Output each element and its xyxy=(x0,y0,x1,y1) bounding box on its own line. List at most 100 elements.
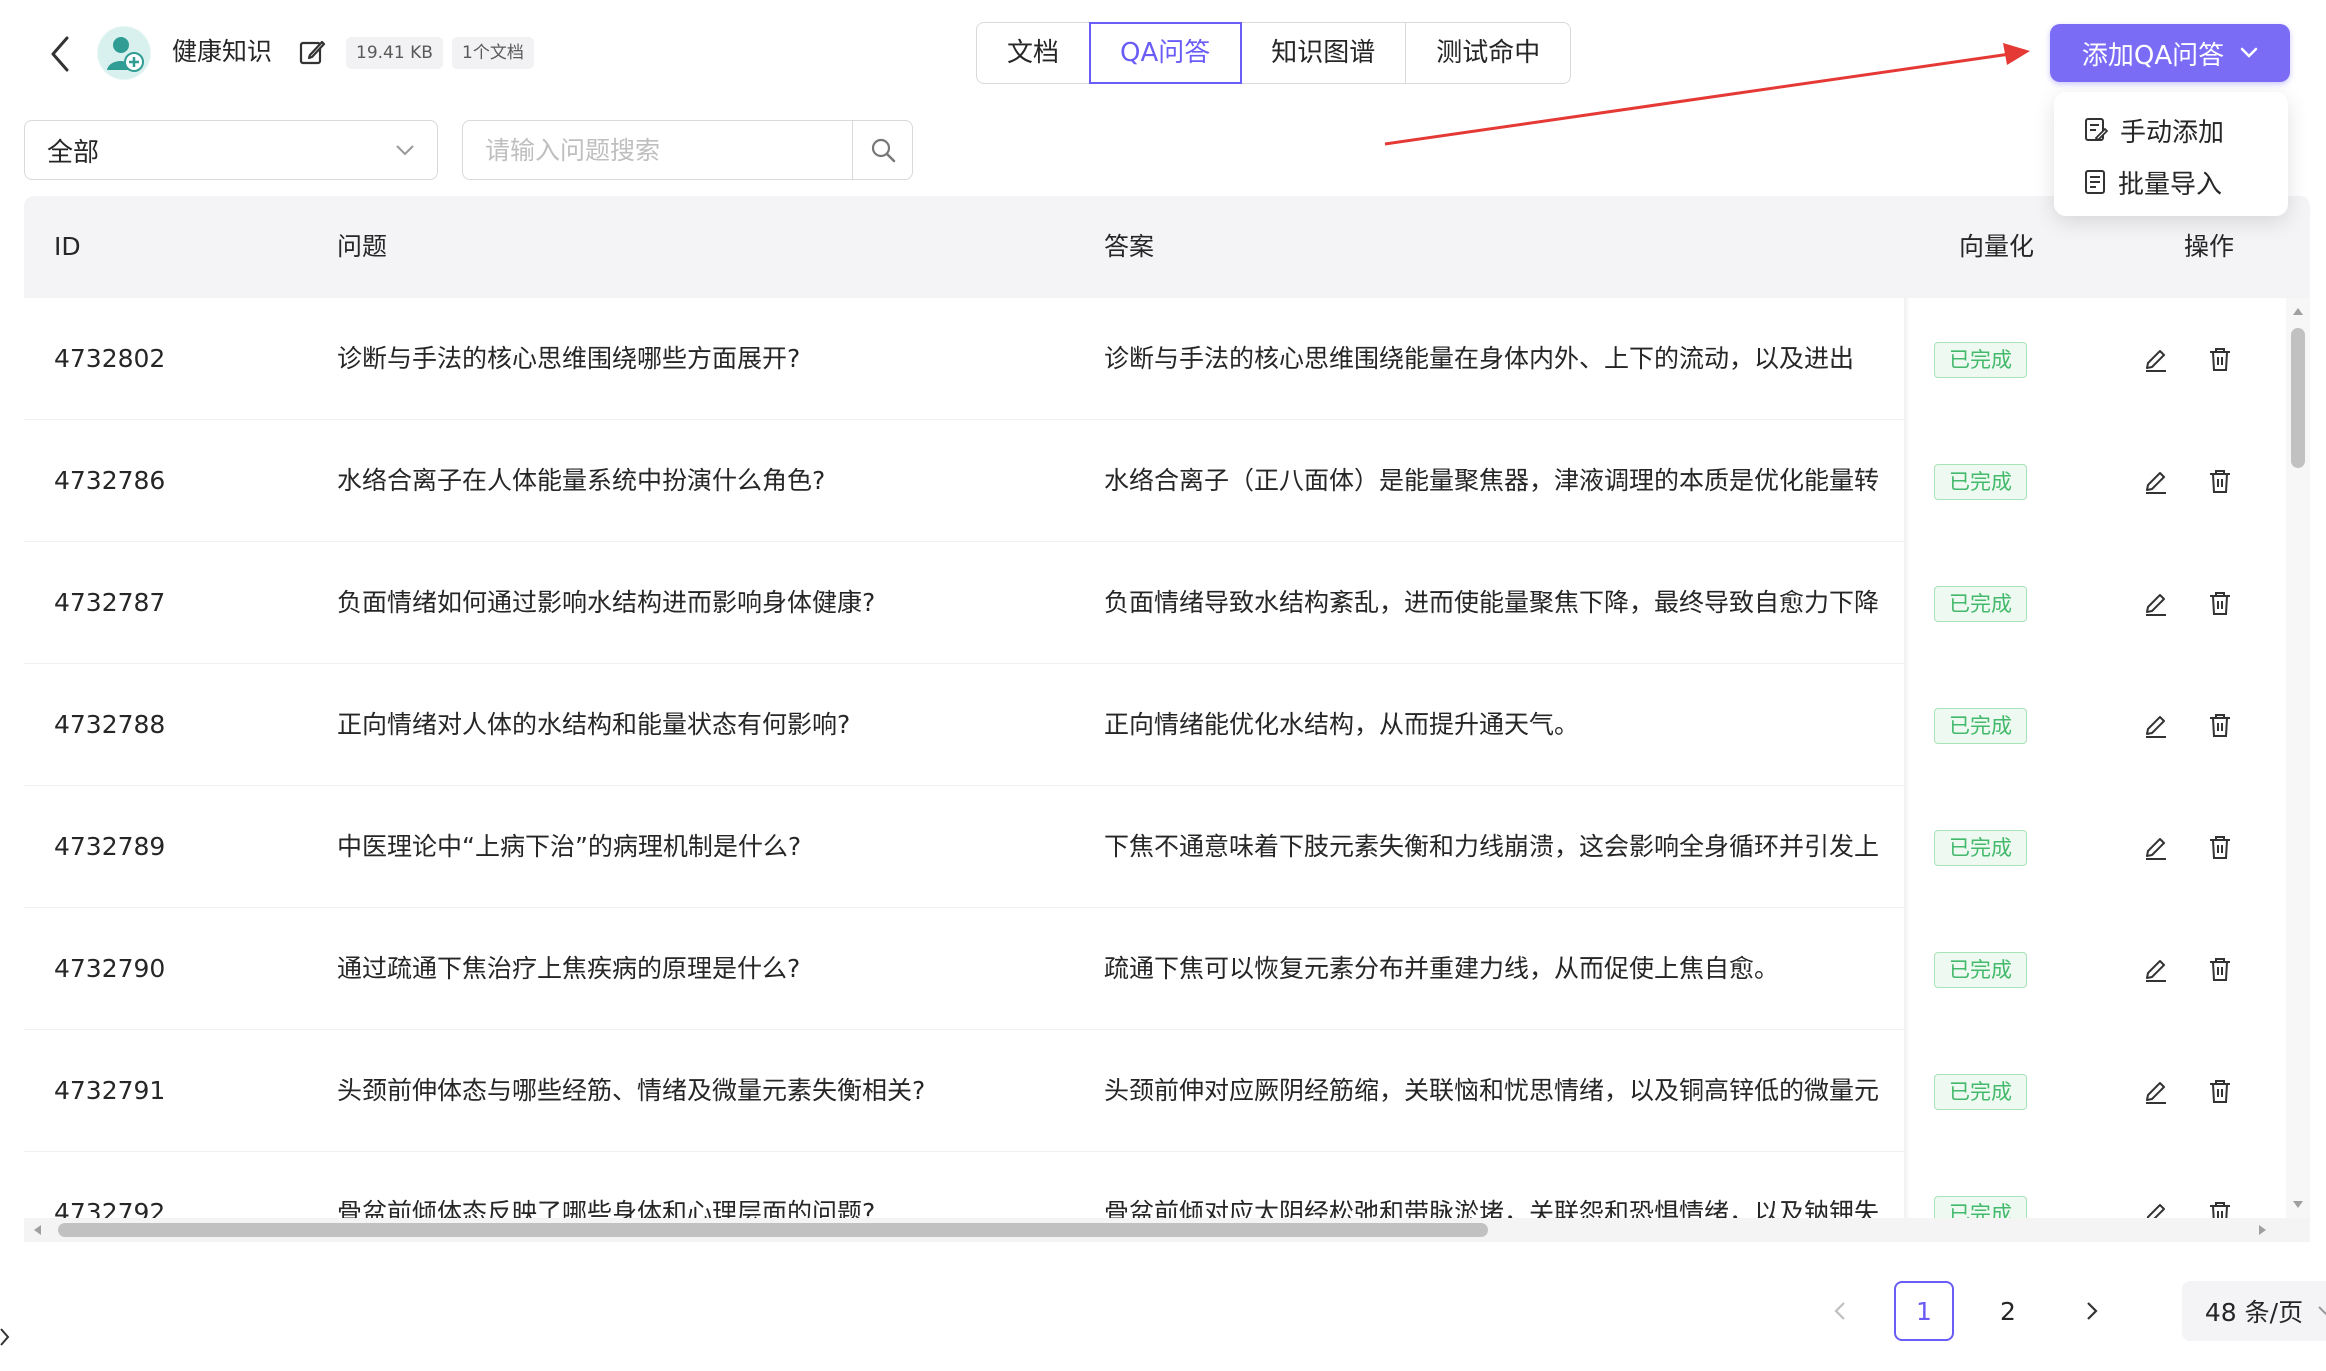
batch-import-icon xyxy=(2085,170,2105,194)
pagination: 1 2 48 条/页 xyxy=(1810,1280,2326,1342)
trash-icon xyxy=(2210,470,2230,493)
page-1-button[interactable]: 1 xyxy=(1894,1281,1954,1341)
delete-row-button[interactable] xyxy=(2203,708,2237,742)
status-badge: 已完成 xyxy=(1934,708,2027,744)
tab-hit-test[interactable]: 测试命中 xyxy=(1406,23,1571,83)
edit-row-button[interactable] xyxy=(2139,464,2173,498)
horizontal-scroll-thumb[interactable] xyxy=(58,1223,1488,1237)
edit-row-button[interactable] xyxy=(2139,708,2173,742)
chevron-down-icon xyxy=(396,145,414,156)
tab-knowledge-graph[interactable]: 知识图谱 xyxy=(1241,23,1407,83)
table-row: 4732787 负面情绪如何通过影响水结构进而影响身体健康? 负面情绪导致水结构… xyxy=(24,542,2284,664)
cell-id: 4732787 xyxy=(54,588,166,617)
search-button[interactable] xyxy=(852,121,912,179)
search-input[interactable] xyxy=(463,121,852,179)
category-select-value: 全部 xyxy=(47,137,100,168)
cell-id: 4732792 xyxy=(54,1198,166,1218)
back-button[interactable] xyxy=(40,34,80,74)
scroll-up-icon xyxy=(2293,308,2303,315)
cell-answer: 下焦不通意味着下肢元素失衡和力线崩溃，这会影响全身循环并引发上 xyxy=(1104,832,1880,861)
column-header-id: ID xyxy=(54,232,81,261)
status-badge: 已完成 xyxy=(1934,952,2027,988)
delete-row-button[interactable] xyxy=(2203,586,2237,620)
column-header-vectorize: 向量化 xyxy=(1959,232,2035,261)
add-qa-menu: 手动添加 批量导入 xyxy=(2054,92,2288,216)
edit-icon xyxy=(2146,960,2166,982)
cell-id: 4732802 xyxy=(54,344,166,373)
trash-icon xyxy=(2210,958,2230,981)
prev-page-button[interactable] xyxy=(1810,1281,1870,1341)
cell-id: 4732791 xyxy=(54,1076,166,1105)
table-row: 4732791 头颈前伸体态与哪些经筋、情绪及微量元素失衡相关? 头颈前伸对应厥… xyxy=(24,1030,2284,1152)
manual-add-icon xyxy=(2085,118,2108,142)
chevron-left-icon xyxy=(1834,1302,1845,1320)
tab-documents[interactable]: 文档 xyxy=(977,23,1091,83)
delete-row-button[interactable] xyxy=(2203,830,2237,864)
scroll-down-icon xyxy=(2293,1201,2303,1208)
add-qa-button[interactable]: 添加QA问答 xyxy=(2050,24,2290,82)
trash-icon xyxy=(2210,1080,2230,1103)
cell-question: 通过疏通下焦治疗上焦疾病的原理是什么? xyxy=(337,954,801,983)
health-avatar-icon xyxy=(98,27,150,79)
cell-question: 诊断与手法的核心思维围绕哪些方面展开? xyxy=(337,344,801,373)
edit-row-button[interactable] xyxy=(2139,1196,2173,1218)
menu-item-manual-add[interactable]: 手动添加 xyxy=(2054,104,2288,156)
delete-row-button[interactable] xyxy=(2203,1074,2237,1108)
cell-vectorize: 已完成 xyxy=(1934,542,2044,664)
chevron-right-icon xyxy=(2087,1302,2098,1320)
page-size-select[interactable]: 48 条/页 xyxy=(2182,1281,2326,1341)
status-badge: 已完成 xyxy=(1934,342,2027,378)
tab-qa[interactable]: QA问答 xyxy=(1089,22,1243,84)
edit-row-button[interactable] xyxy=(2139,952,2173,986)
table-row: 4732790 通过疏通下焦治疗上焦疾病的原理是什么? 疏通下焦可以恢复元素分布… xyxy=(24,908,2284,1030)
cell-actions xyxy=(2139,1152,2269,1218)
table-row: 4732786 水络合离子在人体能量系统中扮演什么角色? 水络合离子（正八面体）… xyxy=(24,420,2284,542)
edit-row-button[interactable] xyxy=(2139,586,2173,620)
cell-question: 正向情绪对人体的水结构和能量状态有何影响? xyxy=(337,710,851,739)
table-row: 4732789 中医理论中“上病下治”的病理机制是什么? 下焦不通意味着下肢元素… xyxy=(24,786,2284,908)
search-box xyxy=(462,120,913,180)
cell-actions xyxy=(2139,298,2269,420)
view-tabs: 文档 QA问答 知识图谱 测试命中 xyxy=(976,22,1572,84)
cell-vectorize: 已完成 xyxy=(1934,1030,2044,1152)
status-badge: 已完成 xyxy=(1934,1074,2027,1110)
horizontal-scrollbar[interactable] xyxy=(24,1218,2310,1242)
next-page-button[interactable] xyxy=(2062,1281,2122,1341)
scroll-right-icon xyxy=(2259,1225,2266,1235)
delete-row-button[interactable] xyxy=(2203,952,2237,986)
edit-row-button[interactable] xyxy=(2139,830,2173,864)
cell-actions xyxy=(2139,1030,2269,1152)
edit-row-button[interactable] xyxy=(2139,342,2173,376)
edit-row-button[interactable] xyxy=(2139,1074,2173,1108)
table-row: 4732802 诊断与手法的核心思维围绕哪些方面展开? 诊断与手法的核心思维围绕… xyxy=(24,298,2284,420)
page-2-button[interactable]: 2 xyxy=(1978,1281,2038,1341)
cell-id: 4732789 xyxy=(54,832,166,861)
kb-name: 健康知识 xyxy=(172,37,273,66)
edit-icon xyxy=(2146,1204,2165,1218)
vertical-scrollbar[interactable] xyxy=(2286,298,2310,1218)
column-header-question: 问题 xyxy=(337,232,388,261)
status-badge: 已完成 xyxy=(1934,830,2027,866)
trash-icon xyxy=(2210,1202,2230,1218)
delete-row-button[interactable] xyxy=(2203,1196,2237,1218)
trash-icon xyxy=(2210,348,2230,371)
chevron-right-icon xyxy=(0,1328,10,1346)
cell-vectorize: 已完成 xyxy=(1934,420,2044,542)
delete-row-button[interactable] xyxy=(2203,464,2237,498)
search-icon xyxy=(871,138,895,163)
cell-answer: 负面情绪导致水结构紊乱，进而使能量聚焦下降，最终导致自愈力下降 xyxy=(1104,588,1880,617)
sidebar-expand-toggle[interactable] xyxy=(0,1322,14,1352)
trash-icon xyxy=(2210,714,2230,737)
vertical-scroll-thumb[interactable] xyxy=(2291,328,2305,468)
table-body: 4732802 诊断与手法的核心思维围绕哪些方面展开? 诊断与手法的核心思维围绕… xyxy=(24,298,2284,1218)
cell-id: 4732788 xyxy=(54,710,166,739)
menu-item-batch-import[interactable]: 批量导入 xyxy=(2054,156,2288,208)
trash-icon xyxy=(2210,592,2230,615)
cell-answer: 正向情绪能优化水结构，从而提升通天气。 xyxy=(1104,710,1580,739)
cell-question: 中医理论中“上病下治”的病理机制是什么? xyxy=(337,832,802,861)
category-select[interactable]: 全部 xyxy=(24,120,438,180)
delete-row-button[interactable] xyxy=(2203,342,2237,376)
edit-name-button[interactable] xyxy=(296,36,328,68)
cell-vectorize: 已完成 xyxy=(1934,786,2044,908)
page-size-value: 48 条/页 xyxy=(2204,1298,2304,1327)
